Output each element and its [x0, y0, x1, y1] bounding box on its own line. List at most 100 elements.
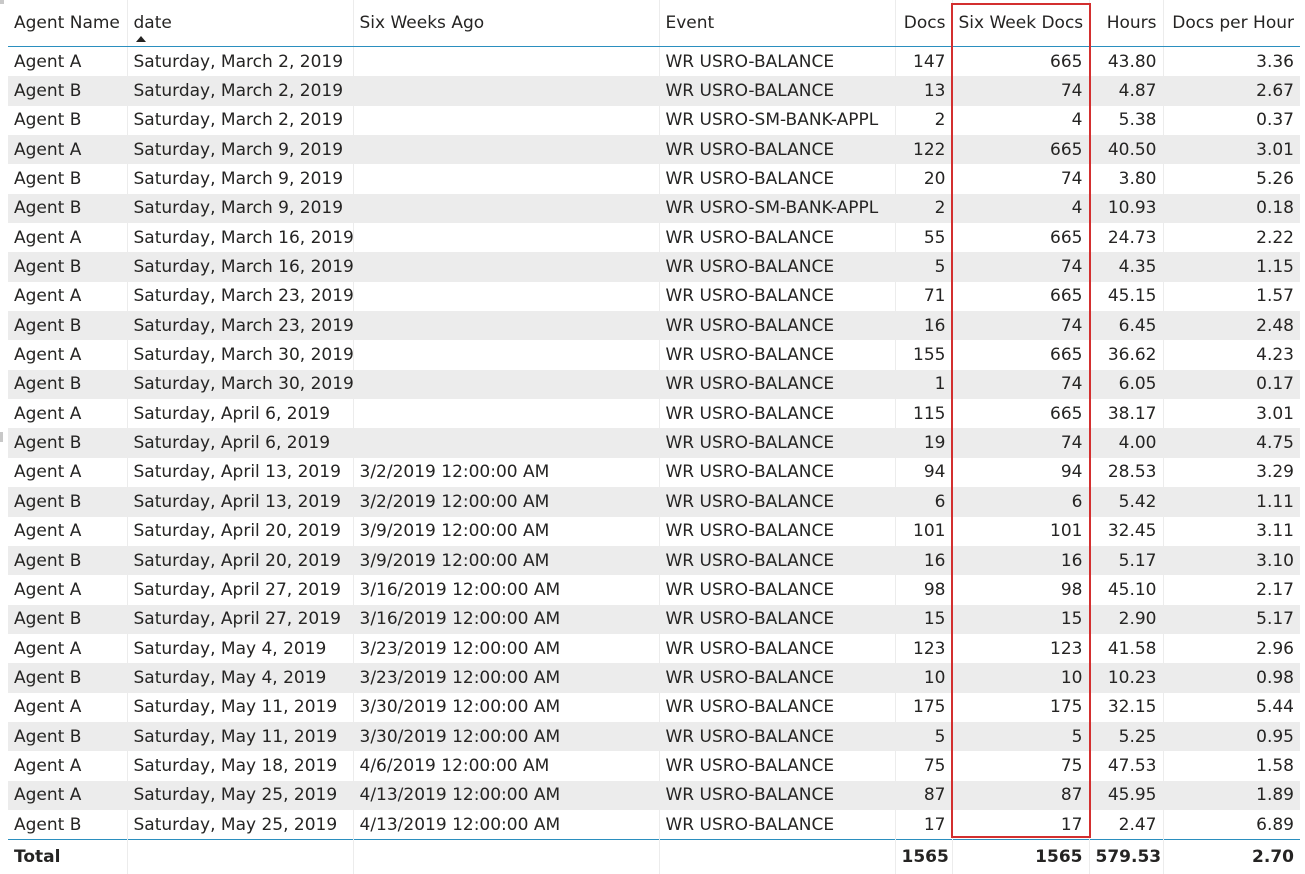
- cell-docs: 5: [895, 721, 953, 752]
- table-row[interactable]: Agent B Saturday, March 30, 2019 WR USRO-B…: [8, 369, 1300, 400]
- cell-agent-name: Agent A: [8, 281, 128, 312]
- table-row[interactable]: Agent B Saturday, March 16, 2019 WR USRO-B…: [8, 252, 1300, 282]
- table-row[interactable]: Agent A Saturday, March 2, 2019 WR USRO-BA…: [8, 46, 1300, 77]
- cell-event: WR USRO-BALANCE: [659, 164, 896, 194]
- table-row[interactable]: Agent B Saturday, March 9, 2019 WR USRO-SM…: [8, 193, 1300, 224]
- table-row[interactable]: Agent B Saturday, March 2, 2019 WR USRO-BA…: [8, 76, 1300, 106]
- cell-hours: 40.50: [1089, 135, 1164, 165]
- cell-six-weeks-ago: [353, 223, 660, 253]
- cell-event: WR USRO-BALANCE: [659, 545, 896, 576]
- table-row[interactable]: Agent B Saturday, March 23, 2019 WR USRO-B…: [8, 311, 1300, 341]
- cell-six-week-docs: 94: [952, 457, 1090, 488]
- cell-date: Saturday, May 11, 2019: [127, 721, 354, 752]
- header-six-weeks-ago[interactable]: Six Weeks Ago: [353, 0, 660, 47]
- cell-date: Saturday, March 30, 2019: [127, 340, 354, 370]
- cell-six-weeks-ago: 3/9/2019 12:00:00 AM: [353, 545, 660, 576]
- cell-date: Saturday, April 13, 2019: [127, 487, 354, 517]
- header-docs[interactable]: Docs: [895, 0, 953, 47]
- cell-hours: 47.53: [1089, 751, 1164, 781]
- cell-hours: 10.23: [1089, 663, 1164, 693]
- table-row[interactable]: Agent A Saturday, May 25, 2019 4/13/2019 1…: [8, 780, 1300, 810]
- table-row[interactable]: Agent A Saturday, March 9, 2019 WR USRO-BA…: [8, 135, 1300, 165]
- cell-six-week-docs: 15: [952, 604, 1090, 634]
- table-row[interactable]: Agent B Saturday, April 20, 2019 3/9/2019 …: [8, 545, 1300, 576]
- cell-event: WR USRO-BALANCE: [659, 516, 896, 546]
- header-agent-name-label: Agent Name: [14, 13, 120, 33]
- header-docs-per-hour[interactable]: Docs per Hour: [1163, 0, 1300, 47]
- cell-docs: 2: [895, 193, 953, 224]
- cell-six-weeks-ago: [353, 340, 660, 370]
- cell-six-weeks-ago: 3/2/2019 12:00:00 AM: [353, 487, 660, 517]
- table-row[interactable]: Agent A Saturday, April 20, 2019 3/9/2019 …: [8, 516, 1300, 546]
- cell-hours: 6.45: [1089, 311, 1164, 341]
- cell-six-week-docs: 10: [952, 663, 1090, 693]
- cell-agent-name: Agent A: [8, 46, 128, 77]
- cell-docs-per-hour: 4.23: [1256, 345, 1294, 366]
- cell-docs: 55: [895, 223, 953, 253]
- cell-docs: 98: [895, 575, 953, 605]
- cell-hours: 45.10: [1089, 575, 1164, 605]
- cell-agent-name: Agent B: [8, 369, 128, 400]
- data-table: Agent Name date Six Weeks Ago Event Docs…: [8, 0, 1300, 874]
- table-row[interactable]: Agent A Saturday, May 18, 2019 4/6/2019 12…: [8, 751, 1300, 781]
- cell-agent-name: Agent B: [8, 76, 128, 106]
- resize-handle-top-left[interactable]: [0, 0, 4, 4]
- cell-docs-per-hour: 0.17: [1163, 369, 1300, 400]
- cell-hours: 32.45: [1089, 516, 1164, 546]
- cell-six-week-docs: 74: [952, 369, 1090, 400]
- table-row[interactable]: Agent A Saturday, May 11, 2019 3/30/2019 1…: [8, 692, 1300, 722]
- cell-docs: 122: [895, 135, 953, 165]
- cell-docs-per-hour: 2.22: [1256, 227, 1294, 248]
- cell-six-weeks-ago: 3/30/2019 12:00:00 AM: [353, 721, 660, 752]
- cell-hours: 5.25: [1089, 721, 1164, 752]
- table-row[interactable]: Agent B Saturday, May 4, 2019 3/23/2019 12…: [8, 663, 1300, 693]
- table-row[interactable]: Agent A Saturday, April 6, 2019 WR USRO-BA…: [8, 399, 1300, 429]
- table-row[interactable]: Agent A Saturday, March 30, 2019 WR USRO-B…: [8, 340, 1300, 370]
- resize-handle-left[interactable]: [0, 432, 3, 442]
- table-row[interactable]: Agent B Saturday, May 25, 2019 4/13/2019 1…: [8, 809, 1300, 840]
- header-six-week-docs[interactable]: Six Week Docs: [952, 0, 1090, 47]
- header-date[interactable]: date: [127, 0, 354, 47]
- table-row[interactable]: Agent A Saturday, April 27, 2019 3/16/2019…: [8, 575, 1300, 605]
- cell-six-week-docs: 74: [952, 311, 1090, 341]
- total-hours: 579.53: [1089, 839, 1164, 874]
- sort-ascending-icon: [135, 36, 146, 42]
- cell-agent-name: Agent A: [8, 223, 128, 253]
- table-row[interactable]: Agent B Saturday, April 27, 2019 3/16/2019…: [8, 604, 1300, 634]
- cell-agent-name: Agent A: [8, 780, 128, 810]
- cell-docs-per-hour: 0.98: [1163, 663, 1300, 693]
- header-agent-name[interactable]: Agent Name: [8, 0, 128, 47]
- table-row[interactable]: Agent A Saturday, April 13, 2019 3/2/2019 …: [8, 457, 1300, 488]
- header-event[interactable]: Event: [659, 0, 896, 47]
- table-row[interactable]: Agent A Saturday, March 16, 2019 WR USRO-B…: [8, 223, 1300, 253]
- cell-hours: 45.95: [1089, 780, 1164, 810]
- cell-docs-per-hour: 5.44: [1256, 697, 1294, 718]
- cell-six-weeks-ago: [353, 46, 660, 77]
- cell-date: Saturday, April 27, 2019: [127, 575, 354, 605]
- cell-agent-name: Agent B: [8, 105, 128, 136]
- cell-hours: 4.35: [1089, 252, 1164, 282]
- cell-six-weeks-ago: 3/23/2019 12:00:00 AM: [353, 663, 660, 693]
- cell-six-week-docs: 4: [952, 105, 1090, 136]
- table-row[interactable]: Agent B Saturday, March 9, 2019 WR USRO-BA…: [8, 164, 1300, 194]
- cell-date: Saturday, April 13, 2019: [127, 457, 354, 488]
- cell-date: Saturday, April 20, 2019: [127, 545, 354, 576]
- table-row[interactable]: Agent A Saturday, May 4, 2019 3/23/2019 12…: [8, 633, 1300, 664]
- cell-docs-per-hour: 5.26: [1256, 169, 1294, 190]
- table-row[interactable]: Agent B Saturday, May 11, 2019 3/30/2019 1…: [8, 721, 1300, 752]
- cell-event: WR USRO-BALANCE: [659, 311, 896, 341]
- cell-six-weeks-ago: [353, 399, 660, 429]
- table-row[interactable]: Agent B Saturday, April 6, 2019 WR USRO-BA…: [8, 428, 1300, 458]
- table-row[interactable]: Agent B Saturday, March 2, 2019 WR USRO-SM…: [8, 105, 1300, 136]
- cell-docs-per-hour: 0.95: [1163, 721, 1300, 752]
- cell-hours: 4.00: [1089, 428, 1164, 458]
- cell-six-week-docs: 175: [952, 692, 1090, 722]
- cell-hours: 6.05: [1089, 369, 1164, 400]
- cell-docs-per-hour: 1.11: [1163, 487, 1300, 517]
- table-row[interactable]: Agent A Saturday, March 23, 2019 WR USRO-B…: [8, 281, 1300, 312]
- header-hours[interactable]: Hours: [1089, 0, 1164, 47]
- cell-six-week-docs: 123: [952, 633, 1090, 664]
- total-label: Total: [8, 839, 128, 874]
- header-docs-label: Docs: [903, 13, 946, 33]
- table-row[interactable]: Agent B Saturday, April 13, 2019 3/2/2019 …: [8, 487, 1300, 517]
